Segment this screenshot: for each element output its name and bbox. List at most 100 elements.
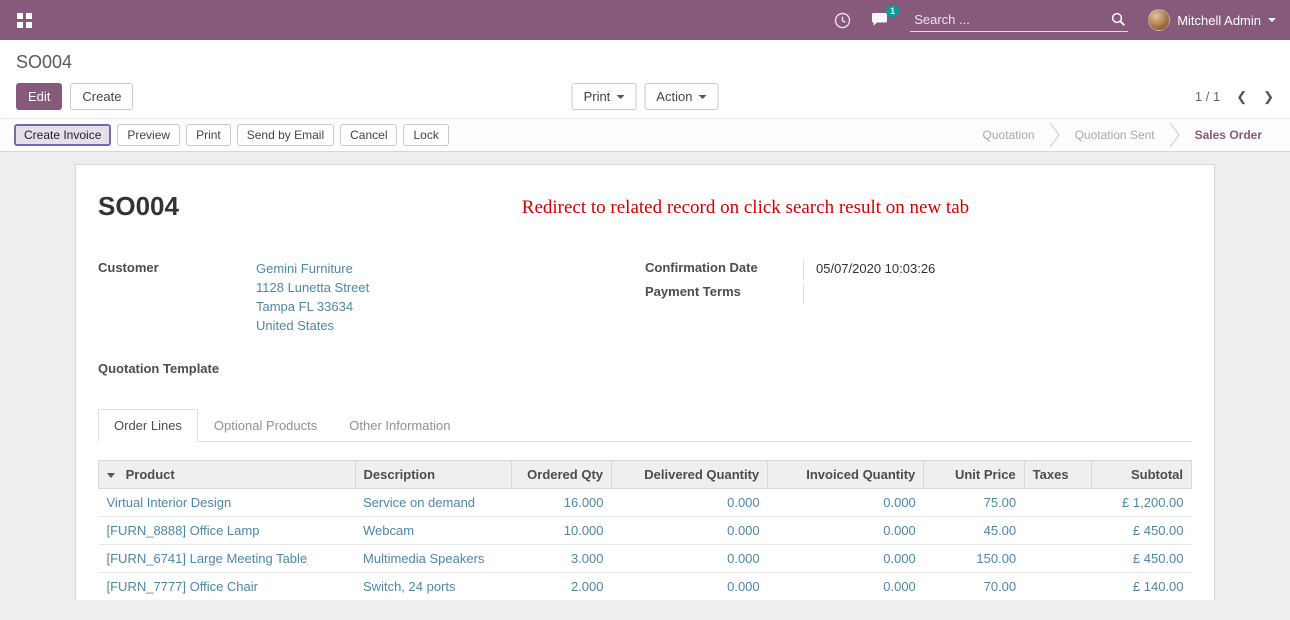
control-panel: SO004 Edit Create Print Action 1 / 1 ❮ ❯ xyxy=(0,40,1290,118)
table-header-row: Product Description Ordered Qty Delivere… xyxy=(99,461,1192,489)
tab-other-information[interactable]: Other Information xyxy=(333,409,466,442)
messages-chat-icon[interactable]: 1 xyxy=(871,12,890,29)
apps-menu-icon[interactable] xyxy=(14,10,34,30)
pager-next-icon[interactable]: ❯ xyxy=(1263,89,1274,105)
send-by-email-button[interactable]: Send by Email xyxy=(237,124,334,146)
left-field-column: Customer Gemini Furniture 1128 Lunetta S… xyxy=(98,258,645,378)
list-caret-icon[interactable] xyxy=(107,473,115,478)
cell-taxes xyxy=(1024,517,1091,545)
cell-description: Webcam xyxy=(355,517,511,545)
header-invoiced-quantity[interactable]: Invoiced Quantity xyxy=(768,461,924,489)
page-title: SO004 xyxy=(98,191,179,222)
cell-ordered-qty: 16.000 xyxy=(511,489,611,517)
customer-address-line: 1128 Lunetta Street xyxy=(256,279,369,298)
status-pipeline: Quotation Quotation Sent Sales Order xyxy=(969,122,1276,148)
header-ordered-qty[interactable]: Ordered Qty xyxy=(511,461,611,489)
header-taxes[interactable]: Taxes xyxy=(1024,461,1091,489)
chevron-down-icon xyxy=(616,95,624,99)
cell-unit-price: 150.00 xyxy=(924,545,1024,573)
stage-separator-icon xyxy=(1049,122,1061,148)
cell-description: Multimedia Speakers xyxy=(355,545,511,573)
right-field-column: Confirmation Date 05/07/2020 10:03:26 Pa… xyxy=(645,258,1192,378)
chevron-down-icon xyxy=(1268,18,1276,22)
confirmation-date-value: 05/07/2020 10:03:26 xyxy=(803,260,935,280)
cell-invoiced-qty: 0.000 xyxy=(768,545,924,573)
header-product[interactable]: Product xyxy=(99,461,356,489)
header-delivered-quantity[interactable]: Delivered Quantity xyxy=(612,461,768,489)
cell-ordered-qty: 2.000 xyxy=(511,573,611,600)
pager-previous-icon[interactable]: ❮ xyxy=(1236,89,1247,105)
chevron-down-icon xyxy=(698,95,706,99)
print-dropdown-button[interactable]: Print xyxy=(572,83,637,110)
quotation-template-label: Quotation Template xyxy=(98,361,256,376)
print-button[interactable]: Print xyxy=(186,124,231,146)
user-menu[interactable]: Mitchell Admin xyxy=(1148,9,1276,31)
cell-product[interactable]: Virtual Interior Design xyxy=(99,489,356,517)
cell-delivered-qty: 0.000 xyxy=(612,573,768,600)
cell-unit-price: 70.00 xyxy=(924,573,1024,600)
global-search xyxy=(910,8,1128,32)
messages-count-badge: 1 xyxy=(886,5,899,17)
cell-delivered-qty: 0.000 xyxy=(612,517,768,545)
header-unit-price[interactable]: Unit Price xyxy=(924,461,1024,489)
header-product-label: Product xyxy=(126,467,175,482)
content-area: SO004 Redirect to related record on clic… xyxy=(0,152,1290,600)
avatar xyxy=(1148,9,1170,31)
user-name: Mitchell Admin xyxy=(1177,13,1261,28)
annotation-text: Redirect to related record on click sear… xyxy=(402,197,969,219)
search-input[interactable] xyxy=(912,11,1111,28)
table-row[interactable]: Virtual Interior Design Service on deman… xyxy=(99,489,1192,517)
cell-invoiced-qty: 0.000 xyxy=(768,489,924,517)
confirmation-date-label: Confirmation Date xyxy=(645,260,803,280)
cell-product[interactable]: [FURN_7777] Office Chair xyxy=(99,573,356,600)
cell-delivered-qty: 0.000 xyxy=(612,545,768,573)
breadcrumb[interactable]: SO004 xyxy=(16,52,1274,73)
header-subtotal[interactable]: Subtotal xyxy=(1091,461,1191,489)
search-icon[interactable] xyxy=(1111,12,1126,27)
payment-terms-value xyxy=(803,284,816,304)
record-pager: 1 / 1 ❮ ❯ xyxy=(1195,89,1274,105)
cell-subtotal: £ 450.00 xyxy=(1091,517,1191,545)
cell-subtotal: £ 140.00 xyxy=(1091,573,1191,600)
stage-quotation-sent[interactable]: Quotation Sent xyxy=(1061,128,1169,142)
payment-terms-label: Payment Terms xyxy=(645,284,803,304)
activities-clock-icon[interactable] xyxy=(834,12,851,29)
customer-value: Gemini Furniture 1128 Lunetta Street Tam… xyxy=(256,260,369,335)
cell-unit-price: 75.00 xyxy=(924,489,1024,517)
lock-button[interactable]: Lock xyxy=(403,124,448,146)
cell-invoiced-qty: 0.000 xyxy=(768,517,924,545)
top-navbar: 1 Mitchell Admin xyxy=(0,0,1290,40)
order-lines-table: Product Description Ordered Qty Delivere… xyxy=(98,460,1192,600)
stage-sales-order[interactable]: Sales Order xyxy=(1181,128,1276,142)
action-dropdown-button[interactable]: Action xyxy=(644,83,718,110)
cell-invoiced-qty: 0.000 xyxy=(768,573,924,600)
cell-description: Service on demand xyxy=(355,489,511,517)
cell-unit-price: 45.00 xyxy=(924,517,1024,545)
create-invoice-button[interactable]: Create Invoice xyxy=(14,124,111,146)
edit-button[interactable]: Edit xyxy=(16,83,62,110)
sale-order-form-sheet: SO004 Redirect to related record on clic… xyxy=(75,164,1215,600)
cell-subtotal: £ 1,200.00 xyxy=(1091,489,1191,517)
stage-quotation[interactable]: Quotation xyxy=(969,128,1049,142)
create-button[interactable]: Create xyxy=(70,83,133,110)
action-dropdown-label: Action xyxy=(656,89,692,104)
tab-optional-products[interactable]: Optional Products xyxy=(198,409,333,442)
tab-order-lines[interactable]: Order Lines xyxy=(98,409,198,442)
customer-address-line: United States xyxy=(256,317,369,336)
cell-taxes xyxy=(1024,545,1091,573)
customer-name-link[interactable]: Gemini Furniture xyxy=(256,260,369,279)
cell-product[interactable]: [FURN_8888] Office Lamp xyxy=(99,517,356,545)
header-description[interactable]: Description xyxy=(355,461,511,489)
stage-separator-icon xyxy=(1169,122,1181,148)
table-row[interactable]: [FURN_7777] Office Chair Switch, 24 port… xyxy=(99,573,1192,600)
preview-button[interactable]: Preview xyxy=(117,124,180,146)
table-row[interactable]: [FURN_8888] Office Lamp Webcam 10.000 0.… xyxy=(99,517,1192,545)
cell-description: Switch, 24 ports xyxy=(355,573,511,600)
cell-ordered-qty: 3.000 xyxy=(511,545,611,573)
table-row[interactable]: [FURN_6741] Large Meeting Table Multimed… xyxy=(99,545,1192,573)
cell-product[interactable]: [FURN_6741] Large Meeting Table xyxy=(99,545,356,573)
customer-label: Customer xyxy=(98,260,256,335)
cell-ordered-qty: 10.000 xyxy=(511,517,611,545)
cancel-button[interactable]: Cancel xyxy=(340,124,397,146)
cell-delivered-qty: 0.000 xyxy=(612,489,768,517)
